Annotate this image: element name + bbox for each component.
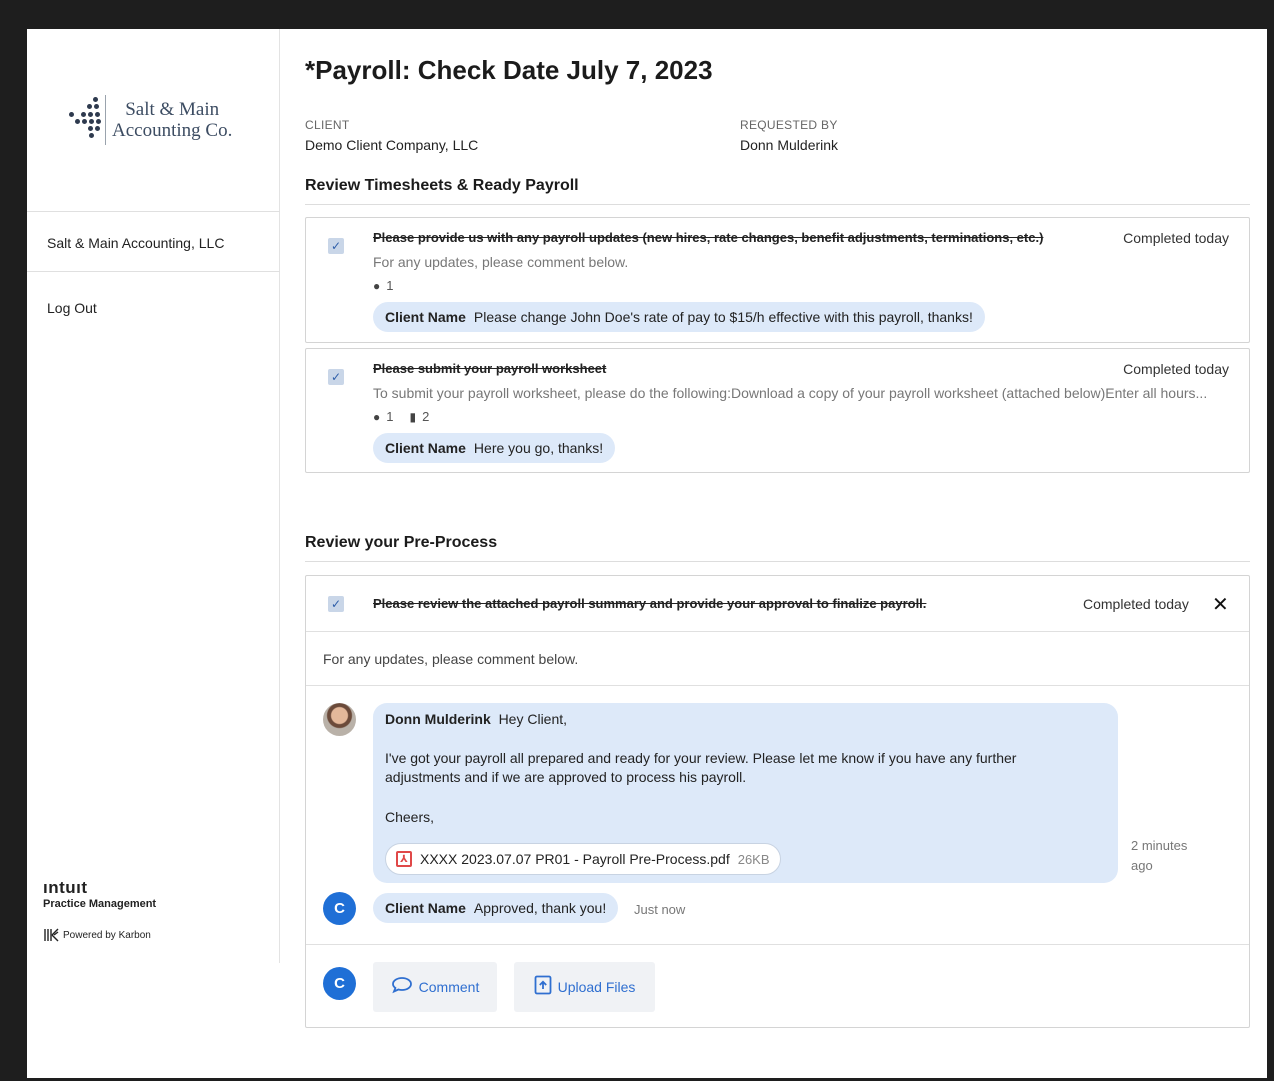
attachment-chip[interactable]: ⅄ XXXX 2023.07.07 PR01 - Payroll Pre-Pro… <box>385 843 781 875</box>
divider <box>306 944 1249 945</box>
task-title: Please review the attached payroll summa… <box>373 596 927 611</box>
message-time: 2 minutes ago <box>1131 838 1188 873</box>
divider <box>306 631 1249 632</box>
task-checkbox[interactable]: ✓ <box>328 596 344 612</box>
avatar <box>323 703 356 736</box>
task-counts: ● 1 <box>373 278 393 293</box>
main-content: *Payroll: Check Date July 7, 2023 CLIENT… <box>305 29 1251 1078</box>
comment-count-icon: ● <box>373 409 381 424</box>
comment-author: Client Name <box>385 309 466 325</box>
upload-files-button[interactable]: Upload Files <box>514 962 655 1012</box>
comment-text: Approved, thank you! <box>473 900 607 916</box>
comment-count-icon: ● <box>373 278 381 293</box>
client-label: CLIENT <box>305 118 350 132</box>
logo-dots-icon <box>67 95 105 145</box>
divider <box>306 685 1249 686</box>
requested-by-value: Donn Mulderink <box>740 137 839 153</box>
comment-text: Here you go, thanks! <box>473 440 604 456</box>
client-value: Demo Client Company, LLC <box>305 137 479 153</box>
comment-time: Just now <box>634 902 686 917</box>
attachment-name: XXXX 2023.07.07 PR01 - Payroll Pre-Proce… <box>420 851 730 867</box>
message-greeting: Hey Client, <box>498 711 568 727</box>
requested-by-label: REQUESTED BY <box>740 118 838 132</box>
logout-link[interactable]: Log Out <box>27 300 280 316</box>
comment-author: Client Name <box>385 440 466 456</box>
comment-bubble[interactable]: Client Name Approved, thank you! <box>373 893 619 923</box>
attachment-size: 26KB <box>737 851 770 867</box>
file-count: 2 <box>422 409 430 424</box>
sidebar: Salt & Main Accounting Co. Salt & Main A… <box>27 29 280 963</box>
task-checkbox[interactable]: ✓ <box>328 369 344 385</box>
task-title: Please provide us with any payroll updat… <box>373 230 1044 245</box>
powered-by: Powered by Karbon <box>43 928 156 942</box>
task-description: For any updates, please comment below. <box>373 254 629 270</box>
org-link[interactable]: Salt & Main Accounting, LLC <box>27 235 280 251</box>
task-card-expanded: ✓ Please review the attached payroll sum… <box>305 575 1250 1028</box>
comment-icon <box>391 976 413 999</box>
comment-author: Client Name <box>385 900 466 916</box>
message-line: adjustments and if we are approved to pr… <box>385 769 747 785</box>
pdf-icon: ⅄ <box>396 851 412 867</box>
comment-bubble[interactable]: Client Name Here you go, thanks! <box>373 433 616 463</box>
comment-text: Please change John Doe's rate of pay to … <box>473 309 973 325</box>
firm-logo: Salt & Main Accounting Co. <box>67 95 232 145</box>
message-line: I've got your payroll all prepared and r… <box>385 750 1017 766</box>
divider <box>27 211 280 212</box>
section-divider <box>305 561 1250 562</box>
close-icon[interactable]: ✕ <box>1212 592 1229 617</box>
brand-footer: ıntuıt Practice Management Powered by Ka… <box>43 879 156 942</box>
avatar: C <box>323 967 356 1000</box>
page: Salt & Main Accounting Co. Salt & Main A… <box>27 29 1267 1078</box>
message-signoff: Cheers, <box>385 809 435 825</box>
karbon-icon <box>44 928 59 942</box>
task-status: Completed today <box>1123 230 1229 246</box>
task-title: Please submit your payroll worksheet <box>373 361 607 376</box>
file-count-icon: ▮ <box>409 409 417 424</box>
comment-count: 1 <box>386 409 394 424</box>
section-title: Review Timesheets & Ready Payroll <box>305 177 579 194</box>
divider <box>27 271 280 272</box>
comment-count: 1 <box>386 278 394 293</box>
task-status: Completed today <box>1083 596 1189 612</box>
task-status: Completed today <box>1123 361 1229 377</box>
avatar: C <box>323 892 356 925</box>
brand-subtitle: Practice Management <box>43 898 157 910</box>
task-card[interactable]: ✓ Please submit your payroll worksheet C… <box>305 348 1250 473</box>
intuit-logo: ıntuıt <box>43 878 88 897</box>
page-title: *Payroll: Check Date July 7, 2023 <box>305 55 713 85</box>
task-checkbox[interactable]: ✓ <box>328 238 344 254</box>
task-description: To submit your payroll worksheet, please… <box>373 385 1208 401</box>
section-divider <box>305 204 1250 205</box>
logo-text: Salt & Main Accounting Co. <box>112 99 233 141</box>
message-author: Donn Mulderink <box>385 711 491 727</box>
task-counts: ● 1 ▮ 2 <box>373 409 429 424</box>
section-title: Review your Pre-Process <box>305 534 498 551</box>
message-bubble: Donn Mulderink Hey Client, I've got your… <box>373 703 1118 883</box>
upload-icon <box>534 975 552 1000</box>
task-description: For any updates, please comment below. <box>323 651 579 667</box>
comment-bubble[interactable]: Client Name Please change John Doe's rat… <box>373 302 985 332</box>
comment-button[interactable]: Comment <box>373 962 497 1012</box>
task-card[interactable]: ✓ Please provide us with any payroll upd… <box>305 217 1250 343</box>
